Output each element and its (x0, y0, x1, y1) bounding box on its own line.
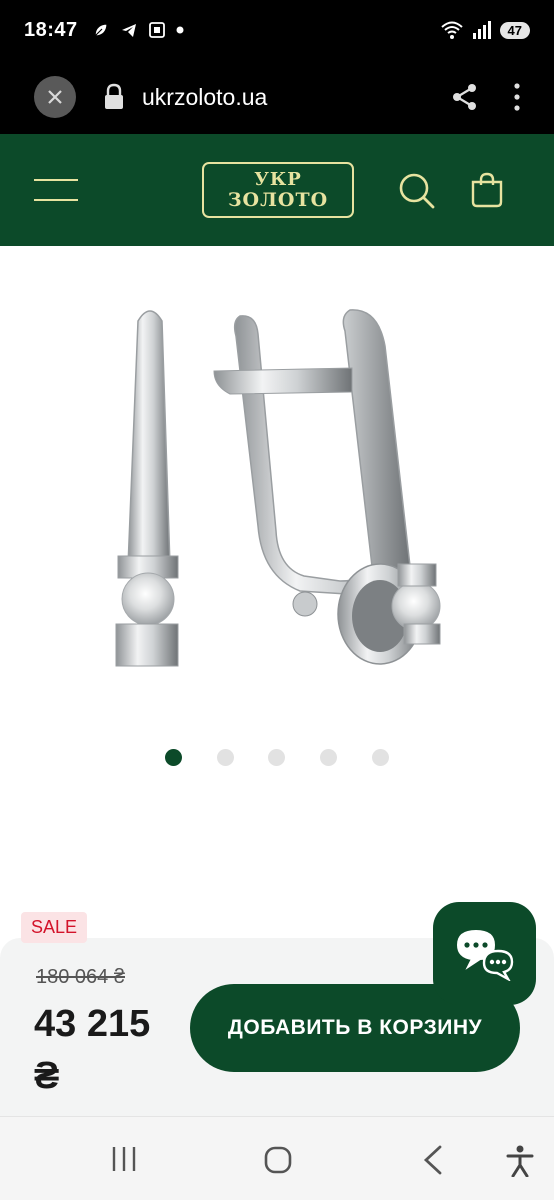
current-price: 43 215 ₴ (34, 1003, 151, 1097)
logo-line-2: ЗОЛОТО (227, 189, 329, 211)
screen: 18:47 47 ukrzoloto.ua УКР ЗОЛОТО SALE 18… (0, 0, 554, 1200)
telegram-icon (121, 24, 136, 37)
close-tab-button[interactable] (34, 76, 76, 118)
pager-dot-5[interactable] (372, 749, 389, 766)
product-image-earrings[interactable] (0, 246, 554, 736)
signal-icon (472, 21, 491, 39)
share-icon[interactable] (450, 82, 480, 112)
wifi-icon (440, 21, 463, 39)
pager-dot-2[interactable] (217, 749, 234, 766)
system-navigation-bar (0, 1116, 554, 1200)
browser-url-bar: ukrzoloto.ua (0, 60, 554, 134)
screenshot-icon (148, 22, 165, 38)
notification-icons (92, 21, 184, 39)
lock-icon (105, 83, 123, 109)
site-header: УКР ЗОЛОТО (0, 134, 554, 246)
chat-icon (456, 929, 513, 981)
battery-level: 47 (499, 21, 530, 39)
home-icon[interactable] (263, 1145, 293, 1175)
more-options-icon[interactable] (514, 83, 520, 111)
burger-line (34, 179, 78, 181)
sale-badge: SALE (21, 912, 88, 943)
url-text[interactable]: ukrzoloto.ua (142, 84, 267, 111)
pager-dot-3[interactable] (268, 749, 285, 766)
leaf-icon (94, 23, 108, 37)
system-status: 47 (440, 20, 530, 40)
old-price: 180 064 ₴ (36, 966, 125, 988)
accessibility-icon[interactable] (506, 1145, 534, 1177)
back-icon[interactable] (422, 1145, 444, 1175)
shopping-bag-icon[interactable] (470, 172, 504, 208)
status-time: 18:47 (24, 18, 78, 41)
pager-dot-4[interactable] (320, 749, 337, 766)
burger-line (34, 199, 78, 201)
close-icon (48, 90, 62, 104)
search-icon[interactable] (398, 172, 436, 210)
recent-apps-icon[interactable] (110, 1145, 138, 1173)
site-logo[interactable]: УКР ЗОЛОТО (202, 162, 354, 218)
logo-line-1: УКР (254, 169, 302, 190)
dot-icon (176, 26, 184, 34)
status-bar: 18:47 47 (0, 0, 554, 60)
chat-button[interactable] (433, 902, 536, 1005)
hamburger-menu-button[interactable] (34, 179, 78, 201)
pager-dot-1[interactable] (165, 749, 182, 766)
